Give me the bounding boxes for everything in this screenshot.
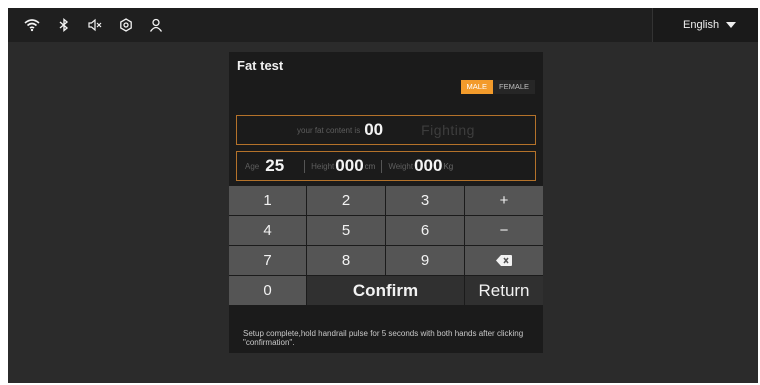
gender-toggle: MALE FEMALE xyxy=(460,80,535,94)
caret-down-icon xyxy=(726,22,737,28)
key-plus[interactable]: + xyxy=(465,186,543,215)
bluetooth-icon[interactable] xyxy=(56,17,72,33)
key-6[interactable]: 6 xyxy=(386,216,464,245)
backspace-icon xyxy=(496,255,512,266)
confirm-button[interactable]: Confirm xyxy=(307,276,464,305)
age-field[interactable]: 25 xyxy=(265,156,284,176)
result-hint: Fighting xyxy=(421,122,475,138)
status-bar: English xyxy=(8,8,758,42)
fat-value: 00 xyxy=(364,120,384,139)
height-label: Height xyxy=(311,161,335,171)
settings-icon[interactable] xyxy=(118,17,134,33)
language-label: English xyxy=(683,19,720,31)
fat-result-box: your fat content is 00 Fighting xyxy=(236,115,536,145)
key-2[interactable]: 2 xyxy=(307,186,385,215)
instruction-text: Setup complete,hold handrail pulse for 5… xyxy=(243,329,524,347)
key-5[interactable]: 5 xyxy=(307,216,385,245)
language-selector[interactable]: English xyxy=(652,8,758,42)
divider xyxy=(304,159,306,173)
wifi-icon[interactable] xyxy=(24,17,40,33)
app-screen: English Fat test MALE FEMALE your fat co… xyxy=(8,8,758,383)
user-icon[interactable] xyxy=(148,17,164,33)
age-label: Age xyxy=(245,161,260,171)
height-field[interactable]: 000 xyxy=(335,156,363,176)
result-prefix: your fat content is xyxy=(297,125,361,135)
measurements-box: Age 25 Height 000 cm Weight 000 Kg xyxy=(236,151,536,181)
key-minus[interactable]: − xyxy=(465,216,543,245)
key-1[interactable]: 1 xyxy=(229,186,306,215)
weight-field[interactable]: 000 xyxy=(414,156,442,176)
weight-unit: Kg xyxy=(443,161,454,171)
key-3[interactable]: 3 xyxy=(386,186,464,215)
female-button[interactable]: FEMALE xyxy=(492,80,535,94)
return-button[interactable]: Return xyxy=(465,276,543,305)
panel-title: Fat test xyxy=(237,58,284,73)
key-8[interactable]: 8 xyxy=(307,246,385,275)
speaker-muted-icon[interactable] xyxy=(87,17,103,33)
key-4[interactable]: 4 xyxy=(229,216,306,245)
divider xyxy=(381,159,383,173)
key-7[interactable]: 7 xyxy=(229,246,306,275)
key-0[interactable]: 0 xyxy=(229,276,306,305)
male-button[interactable]: MALE xyxy=(460,80,493,94)
height-unit: cm xyxy=(364,161,376,171)
backspace-button[interactable] xyxy=(465,246,543,275)
key-9[interactable]: 9 xyxy=(386,246,464,275)
fat-test-panel: Fat test MALE FEMALE your fat content is… xyxy=(229,52,543,353)
weight-label: Weight xyxy=(388,161,414,171)
